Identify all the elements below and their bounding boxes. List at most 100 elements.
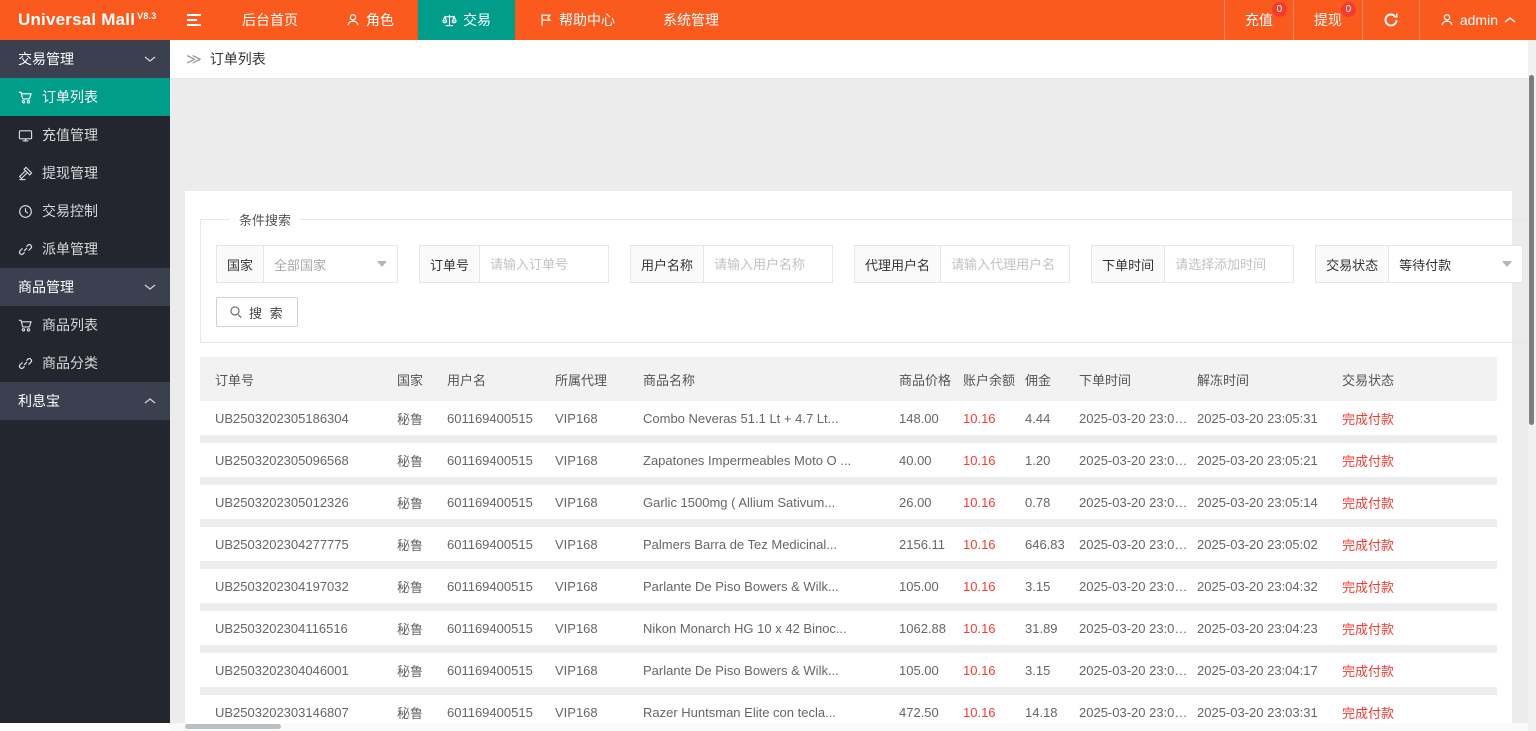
username-filter: 用户名称 — [630, 245, 834, 283]
app-title: Universal Mall — [18, 10, 136, 29]
sidebar-item-trade-control[interactable]: 交易控制 — [0, 192, 170, 230]
order-no-input[interactable] — [480, 246, 609, 282]
chevron-down-icon — [144, 55, 156, 63]
user-name: admin — [1459, 12, 1498, 28]
user-menu[interactable]: admin — [1418, 0, 1536, 40]
table-cell: 601169400515 — [447, 620, 533, 636]
sidebar-item-withdraw-mgmt[interactable]: 提现管理 — [0, 154, 170, 192]
table-cell: 2025-03-20 23:04:19 — [1079, 578, 1197, 594]
table-row[interactable]: UB2503202304277775 秘鲁 601169400515 VIP168 Pa… — [200, 527, 1497, 561]
withdraw-button[interactable]: 提现 0 — [1292, 0, 1362, 40]
table-cell: 148.00 — [899, 410, 939, 426]
sidebar-item-dispatch-mgmt[interactable]: 派单管理 — [0, 230, 170, 268]
vertical-scrollbar[interactable] — [1528, 40, 1536, 731]
breadcrumb: ≫ 订单列表 — [170, 40, 1536, 79]
table-cell: Palmers Barra de Tez Medicinal... — [643, 536, 838, 552]
order-table-body: UB2503202305186304 秘鲁 601169400515 VIP168 Co… — [200, 401, 1497, 731]
nav-system[interactable]: 系统管理 — [639, 0, 743, 40]
table-cell: UB2503202304116516 — [215, 620, 348, 636]
search-button[interactable]: 搜 索 — [216, 297, 298, 327]
table-cell: VIP168 — [555, 662, 598, 678]
table-cell: 472.50 — [899, 704, 939, 720]
table-row[interactable]: UB2503202305186304 秘鲁 601169400515 VIP168 Co… — [200, 401, 1497, 435]
vertical-scrollbar-thumb[interactable] — [1529, 75, 1534, 425]
chevron-up-icon — [1504, 16, 1516, 24]
horizontal-scrollbar-thumb[interactable] — [185, 724, 281, 729]
sidebar-item-goods-list[interactable]: 商品列表 — [0, 306, 170, 344]
horizontal-scrollbar[interactable] — [170, 723, 1528, 731]
table-cell: 10.16 — [963, 494, 996, 510]
table-cell: 完成付款 — [1342, 411, 1395, 427]
sidebar: 交易管理 订单列表 充值管理 提现管理 交易控制 派单管理 商品管理 商品列表 … — [0, 40, 170, 723]
sidebar-group-goods[interactable]: 商品管理 — [0, 268, 170, 306]
nav-home[interactable]: 后台首页 — [218, 0, 322, 40]
sidebar-item-goods-category[interactable]: 商品分类 — [0, 344, 170, 382]
gavel-icon — [18, 166, 33, 181]
order-no-label: 订单号 — [420, 246, 481, 282]
order-table-header: 订单号 国家 用户名 所属代理 商品名称 商品价格 账户余额 佣金 下单时间 解冻时间 交易状态 — [200, 357, 1497, 401]
agent-input[interactable] — [941, 246, 1070, 282]
item-label: 商品分类 — [42, 355, 98, 371]
table-cell: VIP168 — [555, 410, 598, 426]
table-row[interactable]: UB2503202305012326 秘鲁 601169400515 VIP168 Ga… — [200, 485, 1497, 519]
scales-icon — [442, 13, 457, 28]
nav-label: 交易 — [463, 12, 491, 28]
username-input[interactable] — [704, 246, 833, 282]
person-icon — [346, 13, 360, 27]
status-select[interactable]: 等待付款 — [1389, 246, 1522, 282]
card-icon — [18, 128, 33, 143]
table-cell: VIP168 — [555, 704, 598, 720]
agent-label: 代理用户名 — [855, 246, 942, 282]
table-cell: 40.00 — [899, 452, 932, 468]
table-cell: Zapatones Impermeables Moto O ... — [643, 452, 852, 468]
nav-help-center[interactable]: 帮助中心 — [515, 0, 639, 40]
top-bar: Universal Mall V8.3 后台首页 角色 交易 帮助中心 系统管理… — [0, 0, 1536, 40]
table-cell: 26.00 — [899, 494, 932, 510]
nav-trade[interactable]: 交易 — [418, 0, 515, 40]
table-cell: 2025-03-20 23:05:02 — [1197, 536, 1318, 552]
order-table: 订单号 国家 用户名 所属代理 商品名称 商品价格 账户余额 佣金 下单时间 解冻时间 交易状态 U… — [200, 357, 1497, 731]
column-header: 佣金 — [1025, 372, 1052, 388]
table-cell: 14.18 — [1025, 704, 1058, 720]
layout: 交易管理 订单列表 充值管理 提现管理 交易控制 派单管理 商品管理 商品列表 … — [0, 40, 1536, 731]
hamburger-icon — [186, 13, 202, 27]
table-cell: VIP168 — [555, 620, 598, 636]
table-cell: 2025-03-20 23:04:17 — [1197, 662, 1318, 678]
table-row[interactable]: UB2503202305096568 秘鲁 601169400515 VIP168 Za… — [200, 443, 1497, 477]
table-cell: UB2503202304277775 — [215, 536, 349, 552]
status-value: 等待付款 — [1399, 257, 1452, 273]
nav-label: 帮助中心 — [559, 12, 615, 28]
order-time-input[interactable] — [1165, 246, 1294, 282]
table-cell: 2025-03-20 23:05:31 — [1197, 410, 1318, 426]
table-cell: UB2503202303146807 — [215, 704, 349, 720]
table-cell: VIP168 — [555, 452, 598, 468]
filter-row: 国家 全部国家 订单号 用户名称 — [216, 245, 1524, 283]
table-row[interactable]: UB2503202304046001 秘鲁 601169400515 VIP168 Pa… — [200, 653, 1497, 687]
sidebar-group-trade[interactable]: 交易管理 — [0, 40, 170, 78]
group-label: 商品管理 — [18, 279, 74, 295]
sidebar-item-order-list[interactable]: 订单列表 — [0, 78, 170, 116]
collapse-menu-button[interactable] — [170, 0, 218, 40]
breadcrumb-prefix-icon: ≫ — [186, 51, 202, 68]
country-label: 国家 — [217, 246, 265, 282]
caret-down-icon — [377, 261, 388, 267]
table-row[interactable]: UB2503202304116516 秘鲁 601169400515 VIP168 Ni… — [200, 611, 1497, 645]
sidebar-item-recharge-mgmt[interactable]: 充值管理 — [0, 116, 170, 154]
status-label: 交易状态 — [1316, 246, 1390, 282]
table-cell: VIP168 — [555, 578, 598, 594]
recharge-button[interactable]: 充值 0 — [1223, 0, 1293, 40]
refresh-button[interactable] — [1361, 0, 1419, 40]
column-header: 国家 — [397, 372, 424, 388]
recharge-badge: 0 — [1271, 2, 1287, 17]
nav-roles[interactable]: 角色 — [322, 0, 418, 40]
table-row[interactable]: UB2503202304197032 秘鲁 601169400515 VIP168 Pa… — [200, 569, 1497, 603]
table-cell: 完成付款 — [1342, 579, 1395, 595]
country-select[interactable]: 全部国家 — [264, 246, 397, 282]
table-cell: 2025-03-20 23:03:31 — [1197, 704, 1318, 720]
sidebar-group-interest[interactable]: 利息宝 — [0, 382, 170, 420]
refresh-icon — [1383, 12, 1399, 28]
table-cell: Parlante De Piso Bowers & Wilk... — [643, 662, 839, 678]
column-header: 商品名称 — [643, 372, 696, 388]
person-icon — [1440, 13, 1454, 27]
table-cell: 601169400515 — [447, 704, 533, 720]
